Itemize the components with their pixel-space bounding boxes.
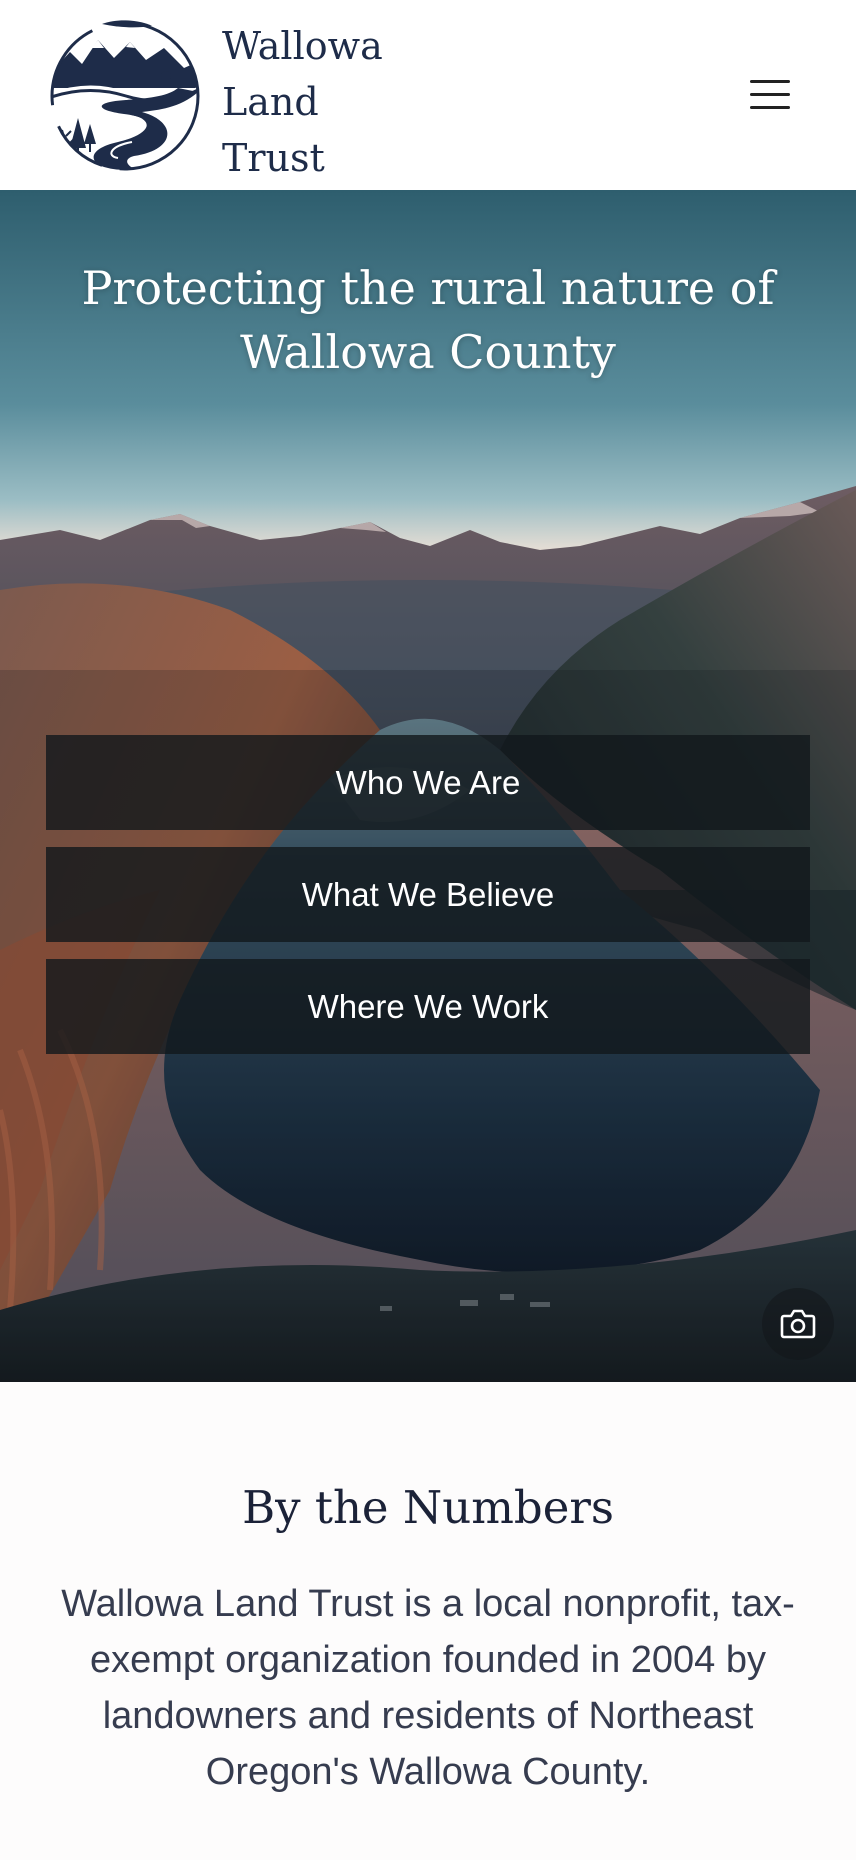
- by-the-numbers-section: By the Numbers Wallowa Land Trust is a l…: [0, 1382, 856, 1860]
- hamburger-menu-icon: [750, 80, 790, 83]
- hero-nav: Who We Are What We Believe Where We Work: [46, 735, 810, 1071]
- menu-button[interactable]: [736, 62, 804, 128]
- what-we-believe-button[interactable]: What We Believe: [46, 847, 810, 942]
- photo-credit-button[interactable]: [762, 1288, 834, 1360]
- hamburger-menu-icon-bar: [750, 106, 790, 109]
- section-heading: By the Numbers: [242, 1481, 614, 1534]
- logo-line-1: Wallowa: [222, 24, 383, 68]
- hero-section: Protecting the rural nature of Wallowa C…: [0, 190, 856, 1382]
- who-we-are-button[interactable]: Who We Are: [46, 735, 810, 830]
- logo-wordmark: Wallowa Land Trust: [222, 18, 402, 186]
- logo-line-2: Land: [222, 80, 319, 124]
- hero-title: Protecting the rural nature of Wallowa C…: [81, 261, 775, 379]
- site-header: Wallowa Land Trust: [0, 0, 856, 190]
- section-description: Wallowa Land Trust is a local nonprofit,…: [61, 1583, 795, 1793]
- camera-icon: [780, 1309, 816, 1339]
- logo-line-3: Trust: [222, 136, 325, 180]
- wallowa-logo-icon: [50, 20, 200, 171]
- home-logo-link[interactable]: Wallowa Land Trust: [48, 18, 408, 180]
- hamburger-menu-icon-bar: [750, 93, 790, 96]
- page: Wallowa Land Trust Protecting the rural …: [0, 0, 856, 1860]
- where-we-work-button[interactable]: Where We Work: [46, 959, 810, 1054]
